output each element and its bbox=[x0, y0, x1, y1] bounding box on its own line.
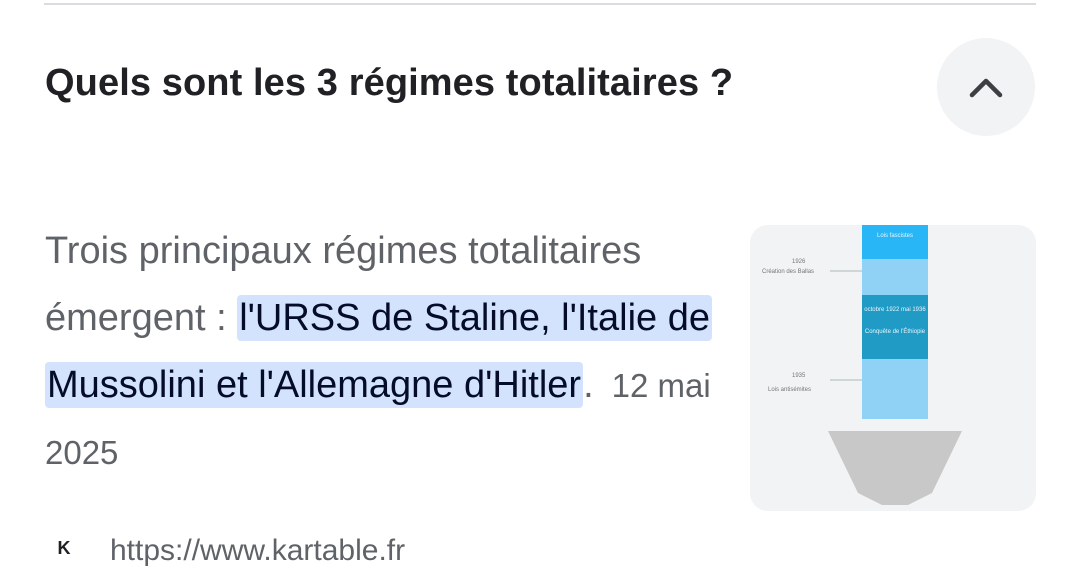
source-link[interactable]: K https://www.kartable.fr bbox=[44, 528, 644, 568]
top-divider bbox=[44, 3, 1036, 5]
thumb-label-lois: Lois fascistes bbox=[876, 233, 913, 239]
timeline-graphic bbox=[828, 225, 962, 505]
thumb-label-1926: 1926 bbox=[792, 259, 806, 265]
thumb-label-conquete: Conquête de l'Éthiopie bbox=[864, 329, 926, 335]
thumb-label-oct: octobre 1922 mai 1936 bbox=[864, 307, 926, 313]
chevron-up-icon bbox=[969, 78, 1003, 98]
faq-answer: Trois principaux régimes totalitaires ém… bbox=[45, 218, 725, 486]
thumb-label-1935: 1935 bbox=[792, 373, 806, 379]
thumb-label-antisemites: Lois antisémites bbox=[768, 387, 812, 393]
faq-question[interactable]: Quels sont les 3 régimes totalitaires ? bbox=[45, 62, 733, 105]
source-url[interactable]: https://www.kartable.fr bbox=[110, 534, 405, 568]
collapse-button[interactable] bbox=[937, 38, 1035, 136]
thumb-label-creation: Création des Ballas bbox=[762, 269, 815, 275]
answer-thumbnail[interactable]: 1926 Création des Ballas 1935 Lois antis… bbox=[750, 225, 1036, 511]
answer-period: . bbox=[583, 364, 594, 406]
kartable-favicon-icon: K bbox=[44, 528, 84, 568]
